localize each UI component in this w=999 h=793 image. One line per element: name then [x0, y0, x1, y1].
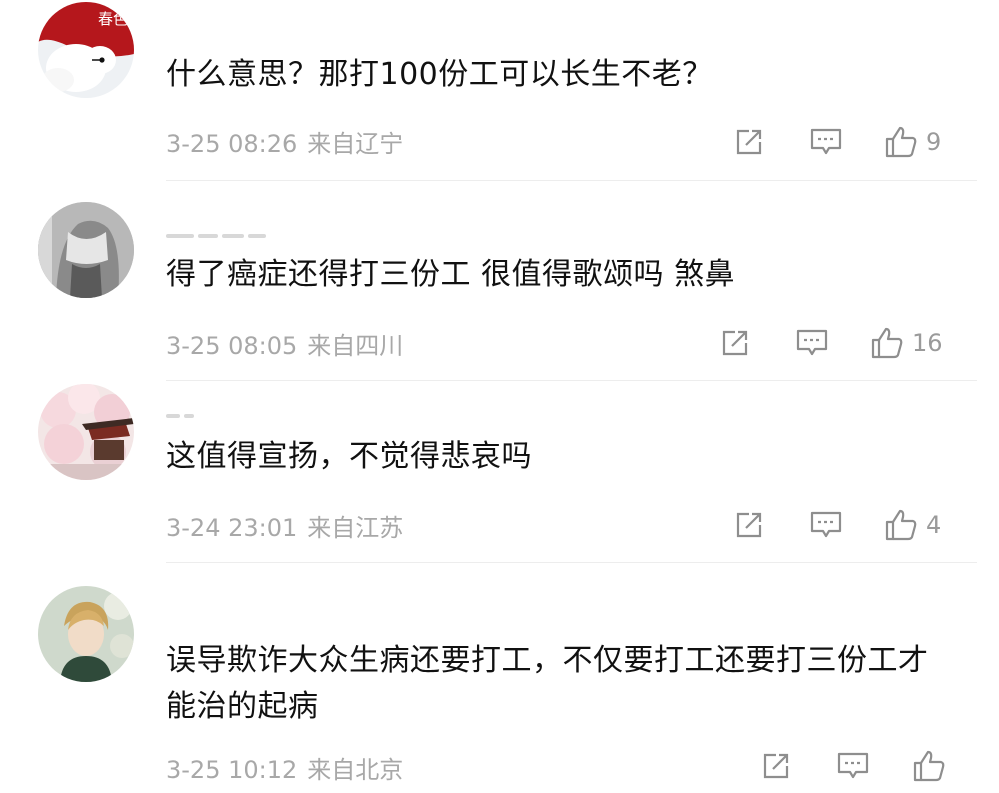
like-button[interactable]: 4 — [884, 507, 941, 543]
comment-actions: 9 — [0, 124, 999, 160]
avatar-image: 春色 — [38, 2, 134, 98]
divider — [166, 180, 977, 181]
share-icon — [736, 512, 762, 538]
like-button[interactable]: 9 — [884, 124, 941, 160]
thumbs-up-icon — [871, 327, 903, 359]
divider — [166, 562, 977, 563]
comment-icon — [796, 329, 828, 356]
thumbs-up-icon — [913, 750, 945, 782]
thumbs-up-icon — [885, 126, 917, 158]
reply-button[interactable] — [836, 748, 870, 784]
share-icon — [722, 330, 748, 356]
like-button[interactable] — [912, 748, 954, 784]
share-icon — [763, 753, 789, 779]
avatar[interactable]: 春色 — [38, 2, 134, 98]
avatar-caption: 春色 — [98, 10, 128, 28]
like-count: 4 — [926, 511, 942, 539]
thumbs-up-icon — [885, 509, 917, 541]
comment-actions — [0, 748, 999, 784]
avatar[interactable] — [38, 202, 134, 298]
avatar-image — [38, 202, 134, 298]
divider — [166, 380, 977, 381]
share-button[interactable] — [760, 748, 792, 784]
comment-text: 误导欺诈大众生病还要打工，不仅要打工还要打三份工才能治的起病 — [166, 643, 929, 724]
reply-button[interactable] — [809, 507, 843, 543]
comment-text: 得了癌症还得打三份工 很值得歌颂吗 煞鼻 — [166, 257, 736, 292]
like-count: 9 — [926, 128, 942, 156]
share-icon — [736, 129, 762, 155]
username — [166, 228, 270, 238]
like-count: 16 — [912, 329, 943, 357]
share-button[interactable] — [719, 325, 751, 361]
reply-button[interactable] — [809, 124, 843, 160]
avatar[interactable] — [38, 384, 134, 480]
comment-actions: 16 — [0, 325, 999, 361]
comment-text: 什么意思？那打100份工可以长生不老？ — [166, 57, 713, 92]
comment-icon — [810, 511, 842, 538]
avatar-image — [38, 384, 134, 480]
reply-button[interactable] — [795, 325, 829, 361]
like-button[interactable]: 16 — [870, 325, 943, 361]
username — [166, 408, 198, 418]
avatar[interactable] — [38, 586, 134, 682]
comment-actions: 4 — [0, 507, 999, 543]
share-button[interactable] — [733, 507, 765, 543]
comment-icon — [837, 752, 869, 779]
avatar-image — [38, 586, 134, 682]
comment-icon — [810, 128, 842, 155]
comment-text: 这值得宣扬，不觉得悲哀吗 — [166, 439, 532, 474]
share-button[interactable] — [733, 124, 765, 160]
